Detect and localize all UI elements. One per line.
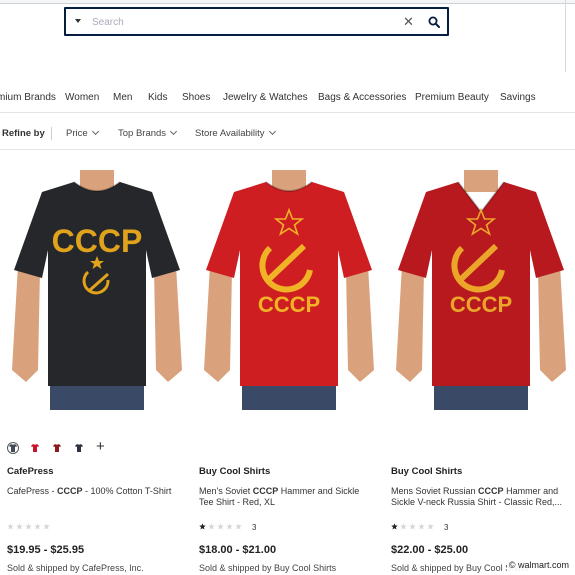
model-left-arm — [12, 265, 40, 382]
star-icon — [235, 522, 242, 530]
star-icon — [391, 522, 398, 530]
nav-item-premium-beauty[interactable]: Premium Beauty — [415, 92, 489, 103]
product-brand[interactable]: Buy Cool Shirts — [391, 466, 566, 481]
nav-item-jewelry-watches[interactable]: Jewelry & Watches — [223, 92, 308, 103]
star-icon — [418, 522, 425, 530]
filter-price[interactable]: Price — [66, 127, 99, 139]
model-right-arm — [538, 265, 566, 382]
swatch-maroon[interactable] — [51, 442, 63, 454]
product-price: $19.95 - $25.95 — [7, 544, 85, 556]
star-icon — [43, 522, 50, 530]
filter-top-brands[interactable]: Top Brands — [118, 127, 178, 139]
star-icon — [34, 522, 41, 530]
nav-item-men[interactable]: Men — [113, 92, 132, 103]
star-icon — [427, 522, 434, 530]
nav-item-bags-accessories[interactable]: Bags & Accessories — [318, 92, 406, 103]
filter-store-availability[interactable]: Store Availability — [195, 127, 276, 139]
nav-item-women[interactable]: Women — [65, 92, 99, 103]
filter-label: Price — [66, 128, 88, 139]
nav-item-shoes[interactable]: Shoes — [182, 92, 210, 103]
color-swatches: + — [7, 438, 117, 455]
model-jeans — [242, 382, 336, 410]
swatch-black[interactable] — [7, 442, 19, 454]
product-rating — [7, 522, 60, 532]
shirt-print-text: CCCP — [258, 292, 320, 317]
star-icon — [16, 522, 23, 530]
nav-item-kids[interactable]: Kids — [148, 92, 167, 103]
star-icon — [25, 522, 32, 530]
product-image[interactable]: CCCP — [392, 170, 570, 410]
rating-stars — [391, 522, 436, 532]
swatch-navy[interactable] — [73, 442, 85, 454]
chevron-down-icon — [268, 127, 276, 136]
model-right-arm — [346, 265, 374, 382]
filter-label: Store Availability — [195, 128, 265, 139]
star-icon — [409, 522, 416, 530]
product-card-info: CafePress CafePress - CCCP - 100% Cotton… — [7, 466, 182, 573]
rating-stars — [199, 522, 244, 532]
search-bar: ✕ — [64, 7, 449, 36]
product-rating: 3 — [199, 522, 256, 532]
product-title[interactable]: CafePress - CCCP - 100% Cotton T-Shirt — [7, 486, 182, 512]
star-icon — [208, 522, 215, 530]
swatch-red[interactable] — [29, 442, 41, 454]
product-card-info: Buy Cool Shirts Men's Soviet CCCP Hammer… — [199, 466, 374, 573]
more-colors-button[interactable]: + — [96, 438, 105, 455]
product-price: $22.00 - $25.00 — [391, 544, 469, 556]
divider — [0, 149, 575, 150]
product-seller[interactable]: Sold & shipped by Buy Cool Shirts — [199, 563, 336, 573]
rating-stars — [7, 522, 52, 532]
shirt-print-text: CCCP — [450, 292, 512, 317]
divider — [0, 112, 575, 113]
refine-bar: Refine by Price Top Brands Store Availab… — [0, 127, 575, 142]
star-icon — [400, 522, 407, 530]
star-icon — [199, 522, 206, 530]
header-side-divider — [565, 0, 575, 72]
model-jeans — [50, 382, 144, 410]
chevron-down-icon — [91, 127, 99, 136]
star-icon — [226, 522, 233, 530]
star-icon — [7, 522, 14, 530]
product-title[interactable]: Mens Soviet Russian CCCP Hammer and Sick… — [391, 486, 566, 512]
search-icon[interactable] — [428, 15, 440, 33]
close-icon[interactable]: ✕ — [403, 13, 414, 31]
model-right-arm — [154, 265, 182, 382]
model-left-arm — [396, 265, 424, 382]
star-icon — [217, 522, 224, 530]
product-brand[interactable]: Buy Cool Shirts — [199, 466, 374, 481]
watermark: © walmart.com — [506, 559, 571, 571]
filter-label: Top Brands — [118, 128, 167, 139]
product-rating: 3 — [391, 522, 448, 532]
nav-item-savings[interactable]: Savings — [500, 92, 536, 103]
product-title[interactable]: Men's Soviet CCCP Hammer and Sickle Tee … — [199, 486, 374, 512]
chevron-down-icon — [170, 127, 178, 136]
product-brand[interactable]: CafePress — [7, 466, 182, 481]
model-left-arm — [204, 265, 232, 382]
shirt-print-text: CCCP — [52, 223, 143, 259]
nav-item-premium-brands[interactable]: mium Brands — [0, 92, 56, 103]
product-seller[interactable]: Sold & shipped by CafePress, Inc. — [7, 563, 144, 573]
product-image[interactable]: CCCP — [8, 170, 186, 410]
department-dropdown-caret-icon[interactable] — [75, 19, 81, 23]
model-neck — [464, 170, 498, 192]
product-image[interactable]: CCCP — [200, 170, 378, 410]
divider — [51, 127, 52, 140]
refine-label: Refine by — [2, 128, 45, 139]
review-count[interactable]: 3 — [252, 523, 256, 532]
category-nav: mium Brands Women Men Kids Shoes Jewelry… — [0, 92, 575, 106]
model-jeans — [434, 382, 528, 410]
product-price: $18.00 - $21.00 — [199, 544, 277, 556]
review-count[interactable]: 3 — [444, 523, 448, 532]
search-input[interactable] — [92, 13, 392, 31]
browser-top-strip — [0, 0, 575, 4]
product-card-info: Buy Cool Shirts Mens Soviet Russian CCCP… — [391, 466, 566, 573]
